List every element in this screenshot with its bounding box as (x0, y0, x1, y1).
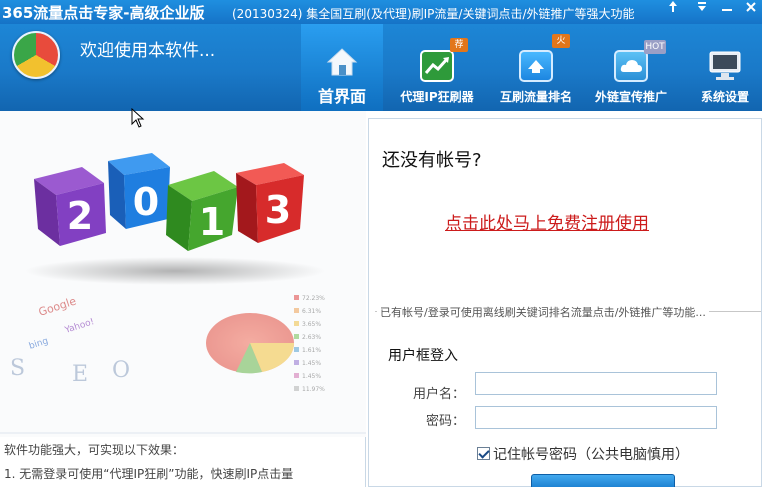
svg-text:72.23%: 72.23% (302, 295, 325, 302)
tab-link-promotion[interactable]: HOT 外链宣传推广 (588, 24, 674, 111)
cube-2: 2 (34, 167, 106, 246)
cube-3: 3 (236, 163, 304, 243)
no-account-heading: 还没有帐号? (382, 150, 482, 171)
hot-fire-badge: 火 (552, 34, 570, 48)
login-button[interactable] (531, 474, 675, 487)
cube-digit-0: 0 (133, 180, 159, 224)
welcome-text: 欢迎使用本软件... (80, 41, 216, 61)
cube-0: 0 (108, 153, 170, 229)
left-panel: 2 0 1 3 Google Yahoo! bing S E O 72.23% … (0, 111, 366, 487)
register-link[interactable]: 点击此处马上免费注册使用 (445, 209, 649, 234)
tab-home[interactable]: 首界面 (301, 24, 383, 111)
svg-text:1.61%: 1.61% (302, 347, 321, 354)
pin-icon[interactable] (658, 0, 688, 22)
logo (12, 31, 60, 79)
seo-letter-s: S (10, 356, 25, 381)
password-label: 密码： (425, 414, 465, 429)
intro-text: 软件功能强大，可实现以下效果： (4, 443, 185, 457)
login-title: 用户框登入 (388, 348, 458, 364)
feature-point-1: 1. 无需登录可使用“代理IP狂刷”功能，快速刷IP点击量 (4, 467, 294, 481)
remember-label: 记住帐号密码（公共电脑慎用） (493, 447, 689, 463)
remember-credentials[interactable]: 记住帐号密码（公共电脑慎用） (477, 444, 689, 464)
cube-digit-3: 3 (265, 188, 291, 232)
hot-badge: HOT (644, 40, 666, 54)
seo-letter-o: O (112, 358, 130, 383)
tab-settings-label: 系统设置 (700, 90, 749, 104)
title-bar: 365流量点击专家-高级企业版 (20130324) 集全国互刷(及代理)刷IP… (0, 0, 762, 24)
password-field[interactable] (475, 406, 717, 429)
mouse-cursor-icon (131, 108, 145, 128)
cube-digit-1: 1 (199, 200, 225, 244)
home-icon (325, 46, 359, 78)
app-title: 365流量点击专家-高级企业版 (2, 4, 205, 22)
svg-text:1.45%: 1.45% (302, 360, 321, 367)
svg-text:1.45%: 1.45% (302, 373, 321, 380)
tab-settings[interactable]: 系统设置 (690, 24, 760, 111)
username-field[interactable] (475, 372, 717, 395)
username-label: 用户名： (412, 387, 465, 402)
banner-illustration-2013: 2 0 1 3 Google Yahoo! bing S E O 72.23% … (0, 111, 366, 437)
svg-text:11.97%: 11.97% (302, 386, 325, 393)
recommend-badge: 荐 (450, 38, 468, 52)
close-icon[interactable] (736, 0, 762, 22)
tab-traffic-exchange[interactable]: 火 互刷流量排名 (490, 24, 582, 111)
svg-text:6.31%: 6.31% (302, 308, 321, 315)
app-subtitle: (20130324) 集全国互刷(及代理)刷IP流量/关键词点击/外链推广等强大… (232, 7, 635, 21)
cloud-icon (614, 50, 648, 82)
tab-traffic-exchange-label: 互刷流量排名 (499, 90, 572, 104)
remember-checkbox[interactable] (477, 447, 490, 460)
tab-proxy-ip[interactable]: 荐 代理IP狂刷器 (392, 24, 482, 111)
chart-icon (420, 50, 454, 82)
svg-text:3.65%: 3.65% (302, 321, 321, 328)
tab-home-label: 首界面 (317, 87, 366, 106)
seo-letter-e: E (72, 362, 88, 387)
login-groupbox-legend: 已有帐号/登录可使用离线刷关键词排名流量点击/外链推广等功能... (377, 304, 709, 320)
monitor-icon (708, 50, 742, 82)
tab-proxy-ip-label: 代理IP狂刷器 (400, 90, 474, 104)
tab-link-promotion-label: 外链宣传推广 (594, 90, 667, 104)
header-bar: 欢迎使用本软件... 首界面 荐 代理IP狂刷器 火 互刷流量排名 HOT 外链… (0, 24, 762, 111)
svg-text:2.63%: 2.63% (302, 334, 321, 341)
cursor-arrow-icon (519, 50, 553, 82)
account-panel: 还没有帐号? 点击此处马上免费注册使用 已有帐号/登录可使用离线刷关键词排名流量… (368, 118, 762, 487)
cube-digit-2: 2 (67, 194, 93, 238)
